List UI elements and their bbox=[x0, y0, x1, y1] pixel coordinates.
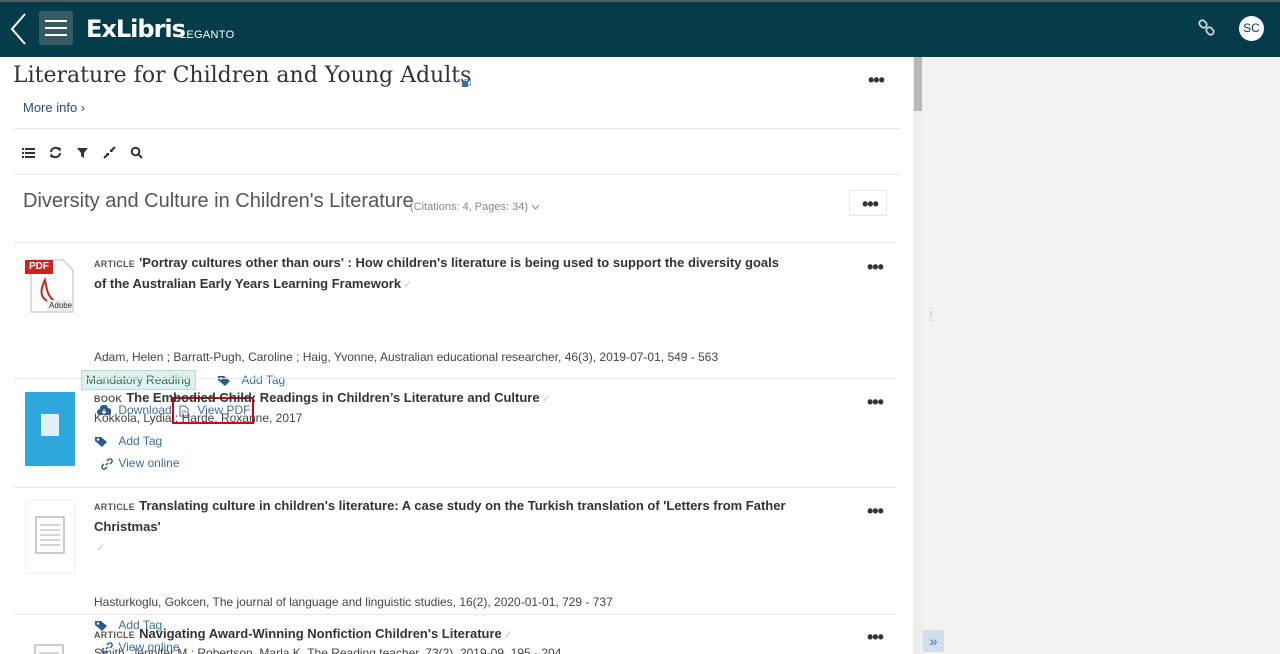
citation-meta: Hasturkoglu, Gokcen, The journal of lang… bbox=[94, 595, 613, 609]
expand-panel-button[interactable]: » bbox=[923, 630, 944, 652]
check-icon: ✓ bbox=[503, 629, 513, 641]
more-dots-icon: ••• bbox=[862, 194, 879, 214]
citation-item[interactable]: BOOK The Embodied Child: Readings in Chil… bbox=[14, 379, 896, 487]
adobe-thumb-label: Adobe bbox=[49, 301, 73, 310]
citation-meta: Smith, Jennifer M ; Robertson, Marla K, … bbox=[94, 646, 562, 654]
section-meta[interactable]: (Citations: 4, Pages: 34) bbox=[410, 201, 540, 213]
divider bbox=[14, 174, 900, 175]
main-scrollbar[interactable] bbox=[913, 57, 923, 654]
back-arrow-icon[interactable] bbox=[8, 11, 30, 47]
link-icon[interactable] bbox=[1197, 18, 1217, 38]
cover-image bbox=[41, 414, 59, 436]
view-online-link[interactable]: View online bbox=[101, 456, 180, 470]
exlibris-logo: ExLibris bbox=[86, 15, 186, 43]
leganto-label: LEGANTO bbox=[180, 29, 235, 41]
pdf-thumb-label: PDF bbox=[29, 261, 49, 272]
side-panel: ⋮ ⋮ » bbox=[923, 57, 1280, 654]
hamburger-menu-button[interactable] bbox=[39, 11, 73, 45]
add-tag-button[interactable]: Add Tag bbox=[95, 434, 162, 448]
citation-title[interactable]: ARTICLE Navigating Award-Winning Nonficti… bbox=[94, 624, 794, 645]
article-thumbnail bbox=[25, 639, 75, 654]
citation-more-options-button[interactable]: ••• bbox=[867, 502, 884, 520]
citation-more-options-button[interactable]: ••• bbox=[867, 258, 884, 276]
collapse-icon[interactable] bbox=[103, 146, 116, 159]
check-icon: ✓ bbox=[96, 542, 106, 554]
citation-meta: Kokkola, Lydia ; Harde, Roxanne, 2017 bbox=[94, 411, 303, 425]
citation-title-text[interactable]: Navigating Award-Winning Nonfiction Chil… bbox=[139, 626, 502, 641]
chevron-down-icon[interactable] bbox=[531, 204, 540, 210]
filter-icon[interactable] bbox=[76, 146, 89, 159]
citation-type: ARTICLE bbox=[94, 259, 136, 269]
section-title: Diversity and Culture in Children's Lite… bbox=[23, 190, 414, 212]
panel-resize-handle[interactable]: ⋮ ⋮ bbox=[926, 308, 936, 330]
citation-type: ARTICLE bbox=[94, 502, 136, 512]
more-info-link[interactable]: More info › bbox=[23, 100, 85, 115]
search-icon[interactable] bbox=[130, 146, 143, 159]
citation-type: ARTICLE bbox=[94, 630, 136, 640]
document-icon bbox=[35, 516, 65, 554]
main-panel: Literature for Children and Young Adults… bbox=[0, 57, 913, 654]
citation-item[interactable]: ARTICLE Navigating Award-Winning Nonficti… bbox=[14, 615, 896, 654]
reading-list-title: Literature for Children and Young Adults bbox=[13, 63, 472, 88]
top-bar: ExLibris LEGANTO SC bbox=[0, 0, 1280, 57]
citation-item[interactable]: ARTICLE Translating culture in children's… bbox=[14, 488, 896, 654]
citation-more-options-button[interactable]: ••• bbox=[867, 393, 884, 411]
citation-title[interactable]: ARTICLE 'Portray cultures other than ours… bbox=[94, 253, 794, 295]
citation-title[interactable]: ARTICLE Translating culture in children's… bbox=[94, 496, 834, 558]
pdf-thumbnail: PDF Adobe bbox=[25, 258, 75, 314]
check-icon: ✓ bbox=[541, 393, 551, 405]
document-icon bbox=[34, 644, 64, 654]
tag-icon bbox=[95, 436, 107, 447]
citation-type: BOOK bbox=[94, 394, 123, 404]
citation-item[interactable]: PDF Adobe ARTICLE 'Portray cultures other… bbox=[14, 243, 896, 378]
list-more-options-button[interactable]: ••• bbox=[868, 71, 885, 89]
citation-title[interactable]: BOOK The Embodied Child: Readings in Chil… bbox=[94, 388, 794, 409]
citation-more-options-button[interactable]: ••• bbox=[867, 628, 884, 646]
scrollbar-thumb[interactable] bbox=[914, 57, 922, 111]
citation-meta: Adam, Helen ; Barratt-Pugh, Caroline ; H… bbox=[94, 350, 719, 364]
list-view-icon[interactable] bbox=[22, 146, 35, 159]
article-thumbnail bbox=[25, 500, 75, 574]
section-citation-count: (Citations: 4, Pages: 34) bbox=[410, 201, 529, 213]
citation-title-text[interactable]: The Embodied Child: Readings in Children… bbox=[126, 390, 539, 405]
copy-icon[interactable] bbox=[462, 79, 471, 88]
check-icon: ✓ bbox=[403, 279, 413, 291]
link-icon bbox=[101, 458, 113, 470]
citation-title-text[interactable]: 'Portray cultures other than ours' : How… bbox=[94, 255, 779, 291]
book-cover-thumbnail bbox=[25, 392, 75, 466]
divider bbox=[14, 128, 900, 129]
section-more-options-button[interactable]: ••• bbox=[849, 190, 887, 216]
citation-title-text[interactable]: Translating culture in children's litera… bbox=[94, 498, 786, 534]
refresh-icon[interactable] bbox=[49, 146, 62, 159]
user-avatar[interactable]: SC bbox=[1239, 16, 1264, 41]
add-tag-label: Add Tag bbox=[118, 434, 163, 448]
view-online-label: View online bbox=[118, 456, 180, 470]
